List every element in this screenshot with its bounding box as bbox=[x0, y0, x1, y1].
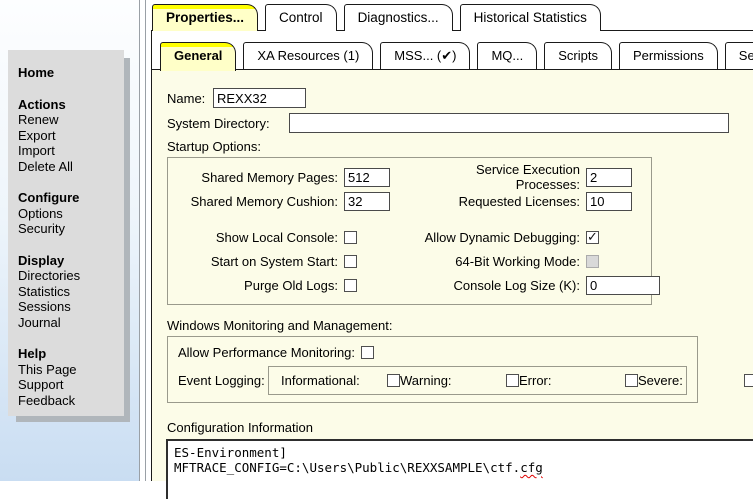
start-on-system-start-checkbox[interactable] bbox=[344, 255, 357, 268]
sidebar-item-delete-all[interactable]: Delete All bbox=[18, 159, 120, 175]
tab-mq[interactable]: MQ... bbox=[477, 42, 537, 69]
startup-options-groupbox: Shared Memory Pages: Service Execution P… bbox=[167, 157, 652, 305]
shared-memory-cushion-input[interactable] bbox=[344, 192, 390, 211]
name-label: Name: bbox=[167, 91, 213, 106]
shared-memory-cushion-label: Shared Memory Cushion: bbox=[168, 189, 338, 213]
sidebar-item-import[interactable]: Import bbox=[18, 143, 120, 159]
primary-tab-strip: Properties... Control Diagnostics... His… bbox=[152, 3, 601, 31]
tab-scripts[interactable]: Scripts bbox=[544, 42, 612, 69]
startup-options-label: Startup Options: bbox=[167, 139, 753, 154]
tab-diagnostics[interactable]: Diagnostics... bbox=[344, 4, 453, 31]
configuration-information-title: Configuration Information bbox=[167, 420, 753, 435]
event-logging-label: Event Logging: bbox=[178, 373, 268, 388]
requested-licenses-label: Requested Licenses: bbox=[422, 189, 580, 213]
tab-mss[interactable]: MSS... (✔) bbox=[380, 42, 470, 69]
allow-dynamic-debugging-label: Allow Dynamic Debugging: bbox=[422, 225, 580, 249]
console-log-size-input[interactable] bbox=[586, 276, 660, 295]
sidebar-item-sessions[interactable]: Sessions bbox=[18, 299, 120, 315]
name-input[interactable] bbox=[213, 88, 306, 108]
64-bit-working-mode-label: 64-Bit Working Mode: bbox=[422, 249, 580, 273]
divider-line-right bbox=[145, 0, 146, 481]
tab-control[interactable]: Control bbox=[265, 4, 337, 31]
sidebar-item-security[interactable]: Security bbox=[18, 221, 120, 237]
sidebar-item-feedback[interactable]: Feedback bbox=[18, 393, 120, 409]
configuration-information-textarea[interactable]: ES-Environment] MFTRACE_CONFIG=C:\Users\… bbox=[166, 439, 753, 499]
start-on-system-start-label: Start on System Start: bbox=[168, 249, 338, 273]
shared-memory-pages-input[interactable] bbox=[344, 168, 390, 187]
allow-dynamic-debugging-checkbox[interactable] bbox=[586, 231, 599, 244]
sidebar-item-export[interactable]: Export bbox=[18, 128, 120, 144]
event-informational-checkbox[interactable] bbox=[387, 374, 400, 387]
tab-properties[interactable]: Properties... bbox=[152, 4, 258, 31]
secondary-tab-strip: General XA Resources (1) MSS... (✔) MQ..… bbox=[160, 41, 753, 69]
allow-performance-monitoring-checkbox[interactable] bbox=[361, 346, 374, 359]
system-directory-input[interactable] bbox=[289, 113, 729, 133]
event-error-label: Error: bbox=[519, 373, 619, 388]
64-bit-working-mode-checkbox bbox=[586, 255, 599, 268]
event-error-checkbox[interactable] bbox=[625, 374, 638, 387]
sidebar-item-support[interactable]: Support bbox=[18, 377, 120, 393]
properties-panel: Name: System Directory: Startup Options:… bbox=[151, 30, 753, 481]
event-logging-groupbox: Informational: Warning: Error: Severe: bbox=[268, 366, 687, 395]
sidebar-item-journal[interactable]: Journal bbox=[18, 315, 120, 331]
tab-xa-resources[interactable]: XA Resources (1) bbox=[243, 42, 373, 69]
sidebar-header-actions: Actions bbox=[18, 97, 120, 113]
sidebar-item-options[interactable]: Options bbox=[18, 206, 120, 222]
divider-line-left bbox=[139, 0, 140, 481]
tab-permissions[interactable]: Permissions bbox=[619, 42, 718, 69]
general-tab-panel: Name: System Directory: Startup Options:… bbox=[152, 69, 753, 481]
spellcheck-squiggle-word: cfg bbox=[520, 460, 543, 475]
event-warning-label: Warning: bbox=[400, 373, 500, 388]
windows-monitoring-title: Windows Monitoring and Management: bbox=[167, 318, 753, 333]
sidebar-item-this-page[interactable]: This Page bbox=[18, 362, 120, 378]
tab-security[interactable]: Security bbox=[725, 42, 753, 69]
shared-memory-pages-label: Shared Memory Pages: bbox=[168, 165, 338, 189]
startup-spacer bbox=[168, 213, 660, 225]
allow-performance-monitoring-label: Allow Performance Monitoring: bbox=[178, 345, 355, 360]
event-warning-checkbox[interactable] bbox=[506, 374, 519, 387]
config-line-2: MFTRACE_CONFIG=C:\Users\Public\REXXSAMPL… bbox=[174, 460, 753, 475]
service-execution-processes-label: Service Execution Processes: bbox=[422, 165, 580, 189]
sidebar-item-directories[interactable]: Directories bbox=[18, 268, 120, 284]
purge-old-logs-checkbox[interactable] bbox=[344, 279, 357, 292]
requested-licenses-input[interactable] bbox=[586, 192, 632, 211]
windows-monitoring-groupbox: Allow Performance Monitoring: Event Logg… bbox=[167, 336, 698, 403]
tab-general[interactable]: General bbox=[160, 42, 236, 71]
event-severe-checkbox[interactable] bbox=[744, 374, 753, 387]
sidebar-item-renew[interactable]: Renew bbox=[18, 112, 120, 128]
sidebar-item-statistics[interactable]: Statistics bbox=[18, 284, 120, 300]
service-execution-processes-input[interactable] bbox=[586, 168, 632, 187]
purge-old-logs-label: Purge Old Logs: bbox=[168, 273, 338, 297]
show-local-console-checkbox[interactable] bbox=[344, 231, 357, 244]
sidebar-header-help: Help bbox=[18, 346, 120, 362]
config-line-1: ES-Environment] bbox=[174, 445, 753, 460]
show-local-console-label: Show Local Console: bbox=[168, 225, 338, 249]
tab-historical-statistics[interactable]: Historical Statistics bbox=[460, 4, 601, 31]
sidebar-header-configure: Configure bbox=[18, 190, 120, 206]
event-informational-label: Informational: bbox=[281, 373, 381, 388]
console-log-size-label: Console Log Size (K): bbox=[422, 273, 580, 297]
sidebar-header-display: Display bbox=[18, 253, 120, 269]
sidebar-item-home[interactable]: Home bbox=[18, 65, 120, 81]
event-severe-label: Severe: bbox=[638, 373, 738, 388]
sidebar-nav: Home Actions Renew Export Import Delete … bbox=[8, 50, 124, 416]
system-directory-label: System Directory: bbox=[167, 116, 289, 131]
